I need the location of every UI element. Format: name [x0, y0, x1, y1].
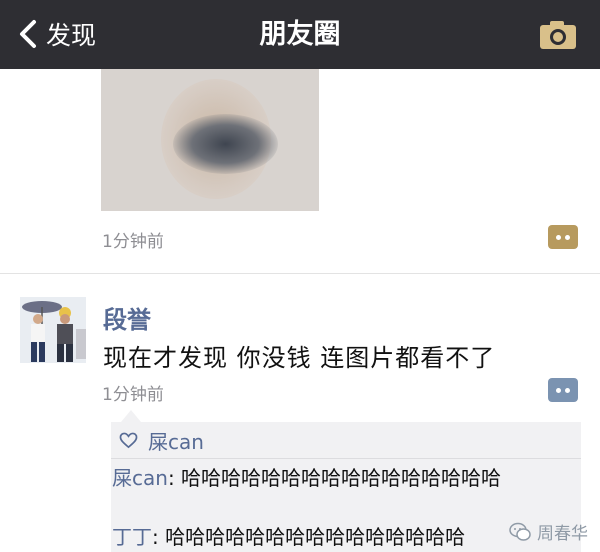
- dot-icon: [556, 235, 561, 240]
- camera-icon[interactable]: [538, 19, 578, 51]
- dot-icon: [556, 388, 561, 393]
- liker-name[interactable]: 屎can: [148, 426, 204, 455]
- navigation-bar: 发现 朋友圈: [0, 0, 600, 69]
- post-time: 1分钟前: [102, 232, 164, 252]
- comment-item[interactable]: 屎can: 哈哈哈哈哈哈哈哈哈哈哈哈哈哈哈哈: [112, 466, 572, 491]
- post-time: 1分钟前: [102, 385, 164, 405]
- divider: [0, 273, 600, 274]
- post-author[interactable]: 段誉: [103, 300, 151, 335]
- comment-item[interactable]: 丁丁: 哈哈哈哈哈哈哈哈哈哈哈哈哈哈哈: [112, 525, 572, 550]
- watermark-text: 周春华: [537, 524, 588, 544]
- dot-icon: [565, 388, 570, 393]
- comment-button[interactable]: [548, 378, 578, 402]
- post-photo[interactable]: [101, 69, 319, 211]
- watermark: 周春华: [509, 519, 588, 544]
- heart-icon: [119, 432, 138, 448]
- comment-separator: :: [152, 525, 166, 549]
- comment-separator: :: [167, 466, 182, 490]
- post-text: 现在才发现 你没钱 连图片都看不了: [103, 344, 496, 372]
- dot-icon: [565, 235, 570, 240]
- avatar-image: [20, 297, 86, 363]
- comment-text: 哈哈哈哈哈哈哈哈哈哈哈哈哈哈哈哈: [181, 466, 502, 490]
- comment-button[interactable]: [548, 225, 578, 249]
- page-title: 朋友圈: [259, 19, 341, 50]
- comment-author[interactable]: 丁丁: [112, 525, 152, 549]
- likes-row: 屎can: [111, 422, 581, 459]
- avatar[interactable]: [20, 297, 86, 363]
- photo-blur-dark: [173, 114, 278, 174]
- wechat-icon: [509, 522, 531, 541]
- comment-author[interactable]: 屎can: [112, 466, 168, 490]
- comment-text: 哈哈哈哈哈哈哈哈哈哈哈哈哈哈哈: [165, 525, 466, 549]
